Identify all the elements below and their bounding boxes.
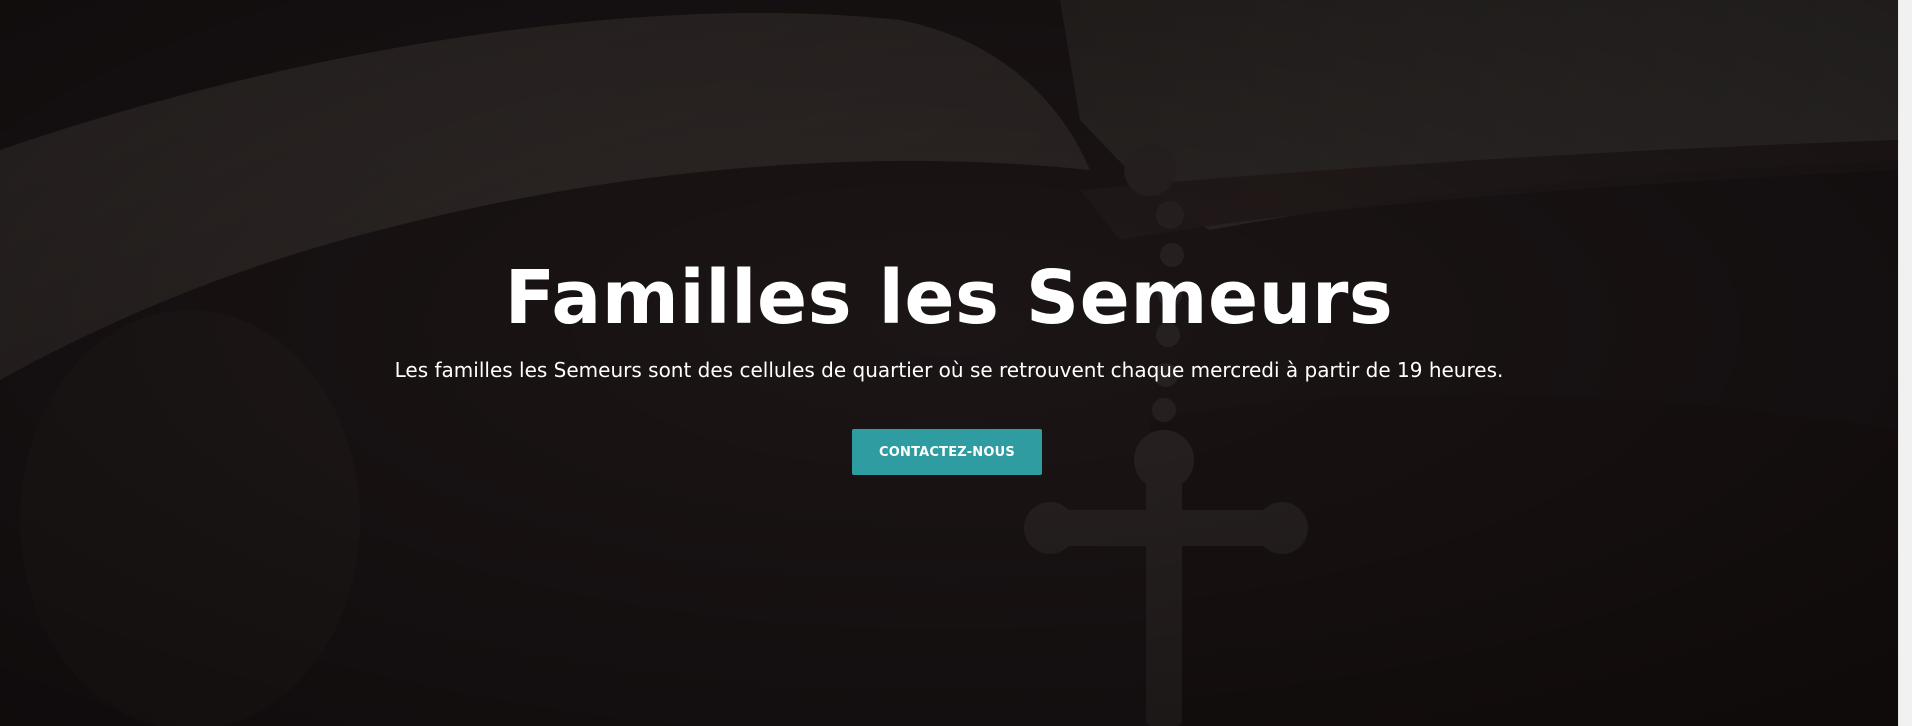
hero-section: Familles les Semeurs Les familles les Se… — [0, 0, 1898, 726]
hero-content: Familles les Semeurs Les familles les Se… — [0, 0, 1898, 726]
page-scrollbar[interactable] — [1898, 0, 1912, 726]
hero-title: Familles les Semeurs — [504, 255, 1394, 341]
contact-us-button[interactable]: CONTACTEZ-NOUS — [852, 429, 1042, 475]
hero-subtitle: Les familles les Semeurs sont des cellul… — [394, 358, 1504, 382]
